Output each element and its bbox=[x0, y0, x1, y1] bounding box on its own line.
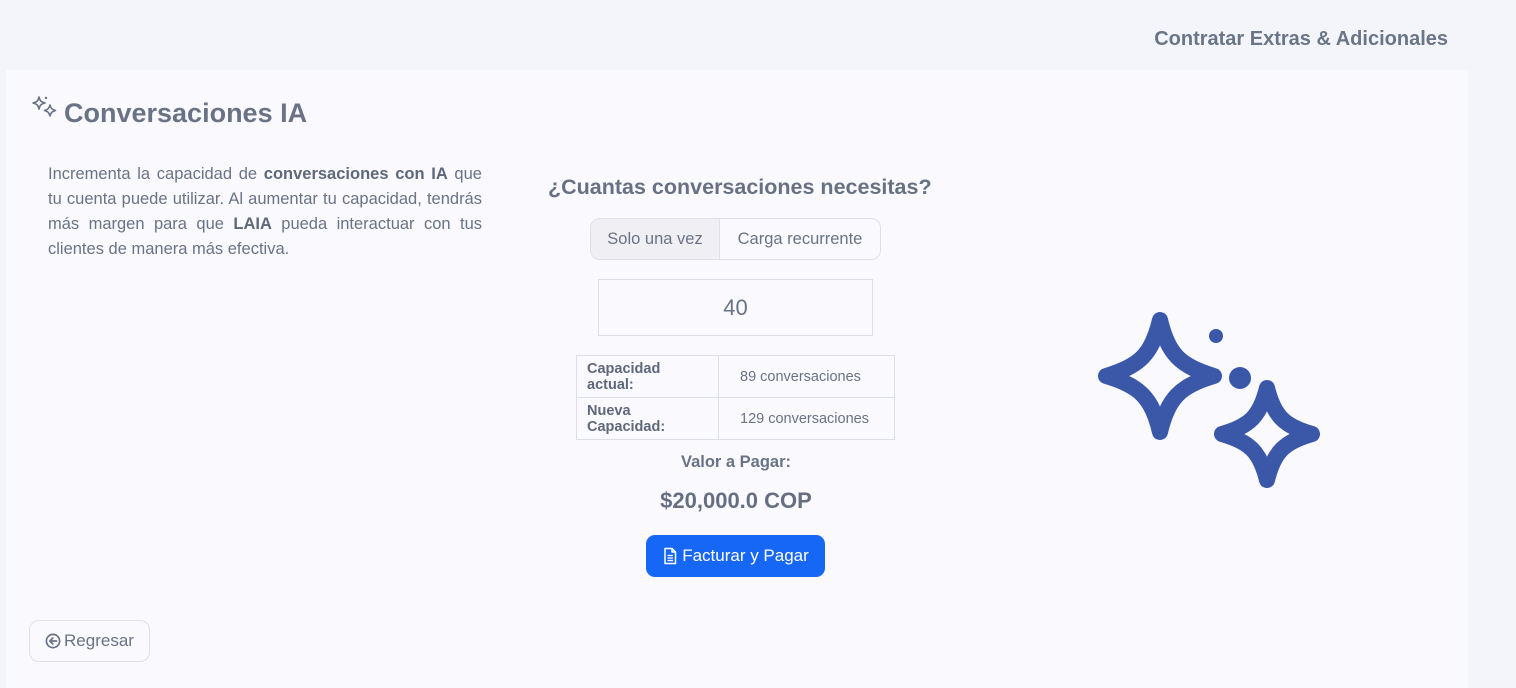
new-capacity-value: 129 conversaciones bbox=[718, 397, 895, 440]
conversations-card: Conversaciones IA Incrementa la capacida… bbox=[6, 70, 1468, 688]
file-text-icon bbox=[664, 547, 677, 565]
table-row: Capacidad actual: 89 conversaciones bbox=[576, 355, 895, 398]
description-bold-text: LAIA bbox=[233, 215, 272, 233]
description-text: Incrementa la capacidad de bbox=[48, 165, 264, 183]
toggle-one-time[interactable]: Solo una vez bbox=[591, 219, 720, 259]
frequency-toggle: Solo una vez Carga recurrente bbox=[590, 218, 881, 260]
page-header: Contratar Extras & Adicionales bbox=[0, 0, 1516, 68]
sparkles-icon bbox=[32, 95, 57, 117]
toggle-recurring[interactable]: Carga recurrente bbox=[720, 219, 880, 259]
table-row: Nueva Capacidad: 129 conversaciones bbox=[576, 397, 895, 440]
card-title-text: Conversaciones IA bbox=[64, 98, 308, 128]
quantity-input[interactable] bbox=[598, 279, 873, 336]
current-capacity-label: Capacidad actual: bbox=[576, 355, 719, 398]
description-bold-text: conversaciones con IA bbox=[263, 165, 448, 183]
current-capacity-value: 89 conversaciones bbox=[718, 355, 895, 398]
back-button-label: Regresar bbox=[64, 631, 134, 650]
invoice-and-pay-button[interactable]: Facturar y Pagar bbox=[646, 535, 825, 577]
capacity-table: Capacidad actual: 89 conversaciones Nuev… bbox=[576, 355, 895, 440]
sparkles-icon bbox=[1098, 312, 1320, 488]
card-title: Conversaciones IA bbox=[30, 95, 308, 129]
arrow-circle-left-icon bbox=[45, 633, 61, 649]
page-title: Contratar Extras & Adicionales bbox=[1154, 28, 1448, 50]
invoice-and-pay-label: Facturar y Pagar bbox=[682, 546, 809, 565]
new-capacity-label: Nueva Capacidad: bbox=[576, 397, 719, 440]
back-button[interactable]: Regresar bbox=[29, 620, 150, 662]
pay-label: Valor a Pagar: bbox=[680, 453, 792, 471]
quantity-question: ¿Cuantas conversaciones necesitas? bbox=[548, 175, 932, 199]
description: Incrementa la capacidad de conversacione… bbox=[48, 162, 482, 262]
pay-amount: $20,000.0 COP bbox=[660, 488, 812, 513]
